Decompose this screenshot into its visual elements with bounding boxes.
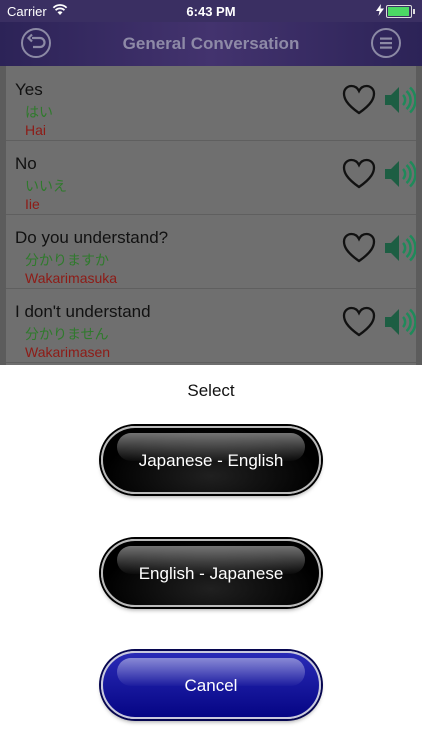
japanese-english-button[interactable]: Japanese - English bbox=[101, 426, 321, 494]
phrase-list: Yes はい Hai No いいえ Iie Do you understand?… bbox=[6, 66, 416, 365]
speaker-sound-icon[interactable] bbox=[382, 231, 416, 265]
language-select-sheet: Select Japanese - English English - Japa… bbox=[0, 365, 422, 750]
english-japanese-button[interactable]: English - Japanese bbox=[101, 539, 321, 607]
phrase-japanese: 分かりません bbox=[25, 327, 109, 343]
phrase-japanese: 分かりますか bbox=[25, 253, 109, 269]
phrase-list-background: Yes はい Hai No いいえ Iie Do you understand?… bbox=[0, 66, 422, 365]
status-time: 6:43 PM bbox=[186, 4, 236, 19]
japanese-english-label: Japanese - English bbox=[138, 451, 284, 470]
phrase-romaji: Wakarimasuka bbox=[25, 270, 118, 286]
phrase-romaji: Iie bbox=[25, 196, 40, 212]
phrase-row[interactable]: Do you understand? 分かりますか Wakarimasuka bbox=[6, 214, 416, 289]
nav-bar: General Conversation bbox=[0, 22, 422, 66]
charging-icon bbox=[376, 4, 384, 16]
hamburger-menu-icon bbox=[380, 37, 392, 49]
phrase-row[interactable]: I don't understand 分かりません Wakarimasen bbox=[6, 288, 416, 363]
phrase-japanese: はい bbox=[25, 105, 53, 121]
phrase-row[interactable]: No いいえ Iie bbox=[6, 140, 416, 215]
speaker-sound-icon[interactable] bbox=[382, 83, 416, 117]
favorite-heart-icon[interactable] bbox=[342, 84, 376, 116]
cancel-label: Cancel bbox=[184, 676, 238, 695]
phrase-romaji: Wakarimasen bbox=[25, 344, 111, 360]
favorite-heart-icon[interactable] bbox=[342, 306, 376, 338]
phrase-english: I don't understand bbox=[15, 302, 151, 321]
favorite-heart-icon[interactable] bbox=[342, 158, 376, 190]
battery-icon bbox=[386, 5, 415, 18]
phrase-english: Yes bbox=[15, 80, 43, 99]
page-title: General Conversation bbox=[122, 34, 300, 53]
phrase-english: Do you understand? bbox=[15, 228, 169, 247]
favorite-heart-icon[interactable] bbox=[342, 232, 376, 264]
menu-button[interactable] bbox=[371, 28, 401, 58]
phrase-romaji: Hai bbox=[25, 122, 47, 138]
speaker-sound-icon[interactable] bbox=[382, 157, 416, 191]
cancel-button[interactable]: Cancel bbox=[101, 651, 321, 719]
phrase-japanese: いいえ bbox=[25, 179, 67, 195]
english-japanese-label: English - Japanese bbox=[138, 564, 284, 583]
phrase-english: No bbox=[15, 154, 37, 173]
speaker-sound-icon[interactable] bbox=[382, 305, 416, 339]
sheet-title: Select bbox=[187, 381, 235, 400]
status-bar: Carrier 6:43 PM bbox=[0, 0, 422, 22]
phrase-row[interactable]: Yes はい Hai bbox=[6, 66, 416, 141]
